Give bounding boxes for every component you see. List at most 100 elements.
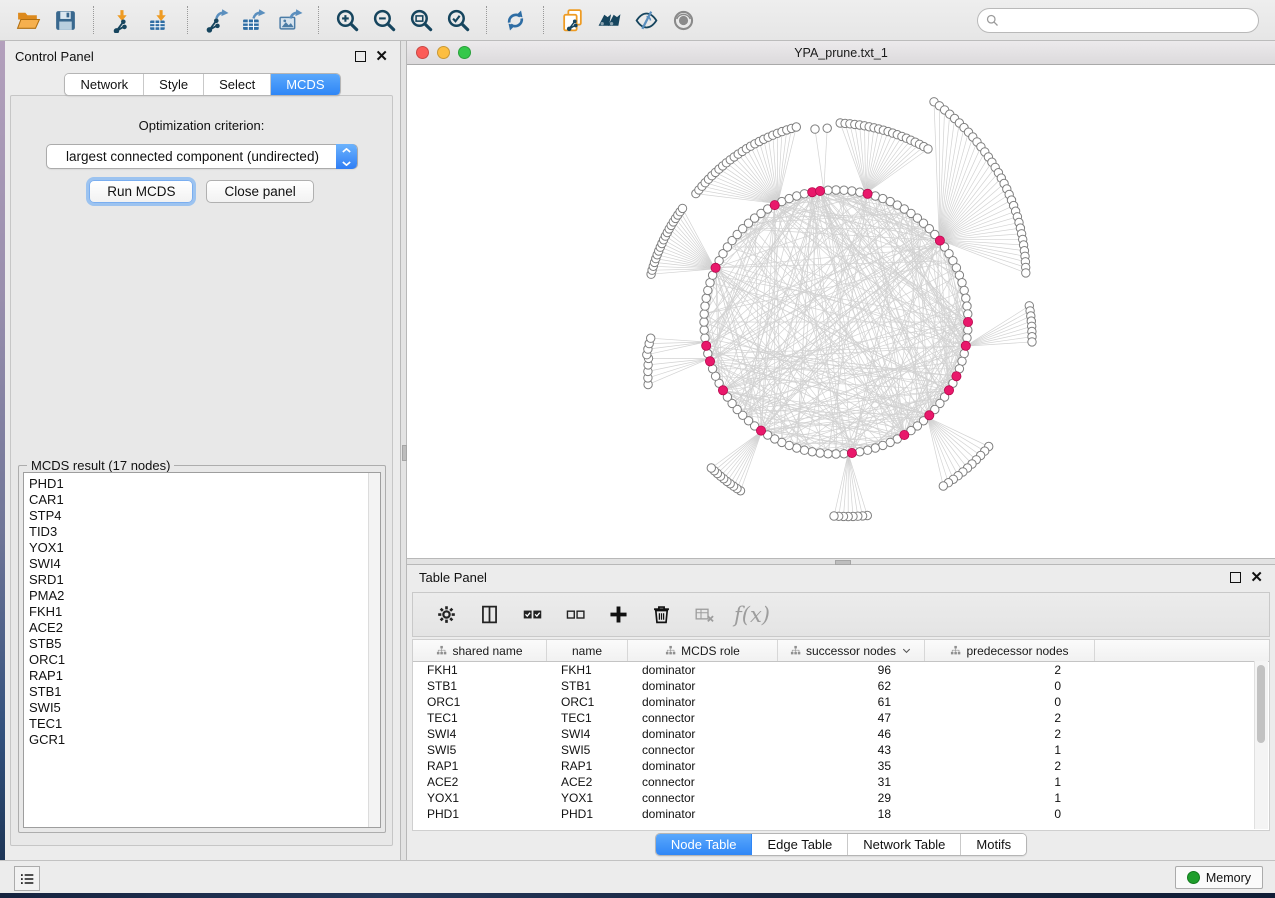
mcds-result-item[interactable]: STB5 <box>24 636 380 652</box>
mcds-result-item[interactable]: YOX1 <box>24 540 380 556</box>
show-columns-button[interactable] <box>476 602 502 628</box>
table-row[interactable]: PHD1PHD1dominator180 <box>413 806 1269 822</box>
column-header-name[interactable]: name <box>547 640 628 661</box>
float-panel-icon[interactable] <box>355 51 366 62</box>
delete-table-button <box>691 602 717 628</box>
delete-columns-button[interactable] <box>648 602 674 628</box>
column-header-MCDS-role[interactable]: MCDS role <box>628 640 778 661</box>
table-row[interactable]: RAP1RAP1dominator352 <box>413 758 1269 774</box>
zoom-out-icon <box>372 8 397 33</box>
export-table-button[interactable] <box>235 3 272 37</box>
cell-predecessor-nodes: 1 <box>925 775 1095 789</box>
column-header-successor-nodes[interactable]: successor nodes <box>778 640 925 661</box>
tab-select[interactable]: Select <box>204 74 271 95</box>
zoom-selected-button[interactable] <box>440 3 477 37</box>
tab-motifs[interactable]: Motifs <box>961 834 1026 855</box>
memory-button[interactable]: Memory <box>1175 866 1263 889</box>
dropdown-stepper-icon[interactable] <box>336 144 357 169</box>
mcds-result-item[interactable]: SRD1 <box>24 572 380 588</box>
run-mcds-button[interactable]: Run MCDS <box>89 180 193 203</box>
mcds-result-item[interactable]: SWI5 <box>24 700 380 716</box>
export-network-button[interactable] <box>198 3 235 37</box>
add-column-button[interactable] <box>605 602 631 628</box>
select-all-columns-button[interactable] <box>519 602 545 628</box>
horizontal-splitter[interactable] <box>407 558 1275 565</box>
app-window: Control Panel ✕ NetworkStyleSelectMCDS O… <box>0 0 1275 898</box>
table-row[interactable]: STB1STB1dominator620 <box>413 678 1269 694</box>
table-row[interactable]: ORC1ORC1dominator610 <box>413 694 1269 710</box>
mcds-result-item[interactable]: CAR1 <box>24 492 380 508</box>
show-graphics-details-icon <box>671 8 696 33</box>
find-button[interactable] <box>591 3 628 37</box>
mcds-result-item[interactable]: ACE2 <box>24 620 380 636</box>
mcds-result-item[interactable]: PHD1 <box>24 476 380 492</box>
column-header-predecessor-nodes[interactable]: predecessor nodes <box>925 640 1095 661</box>
criterion-label: Optimization criterion: <box>11 118 392 133</box>
tab-mcds[interactable]: MCDS <box>271 74 339 95</box>
open-file-button[interactable] <box>10 3 47 37</box>
search-input[interactable] <box>1000 13 1258 29</box>
apply-preferred-layout-button[interactable] <box>497 3 534 37</box>
mcds-result-list[interactable]: PHD1CAR1STP4TID3YOX1SWI4SRD1PMA2FKH1ACE2… <box>23 472 381 828</box>
table-row[interactable]: SWI5SWI5connector431 <box>413 742 1269 758</box>
network-canvas[interactable] <box>407 65 1275 558</box>
show-graphics-details-button[interactable] <box>665 3 702 37</box>
cell-name: ORC1 <box>547 695 628 709</box>
table-row[interactable]: FKH1FKH1dominator962 <box>413 662 1269 678</box>
save-session-button[interactable] <box>47 3 84 37</box>
cell-successor-nodes: 47 <box>778 711 925 725</box>
export-network-icon <box>204 8 229 33</box>
table-row[interactable]: TEC1TEC1connector472 <box>413 710 1269 726</box>
table-options-gear-button[interactable] <box>433 602 459 628</box>
fit-content-button[interactable] <box>403 3 440 37</box>
mcds-result-item[interactable]: PMA2 <box>24 588 380 604</box>
search-box[interactable] <box>977 8 1259 33</box>
mcds-result-item[interactable]: STB1 <box>24 684 380 700</box>
float-table-panel-icon[interactable] <box>1230 572 1241 583</box>
network-view-window: YPA_prune.txt_1 <box>407 41 1275 558</box>
zoom-selected-icon <box>446 8 471 33</box>
table-row[interactable]: ACE2ACE2connector311 <box>413 774 1269 790</box>
close-panel-button[interactable]: Close panel <box>206 180 313 203</box>
vertical-splitter[interactable] <box>400 41 407 860</box>
mcds-result-item[interactable]: TEC1 <box>24 716 380 732</box>
mcds-list-scrollbar[interactable] <box>368 473 380 827</box>
mcds-result-item[interactable]: FKH1 <box>24 604 380 620</box>
mcds-result-item[interactable]: STP4 <box>24 508 380 524</box>
tab-network-table[interactable]: Network Table <box>848 834 961 855</box>
tab-style[interactable]: Style <box>144 74 204 95</box>
mcds-result-item[interactable]: TID3 <box>24 524 380 540</box>
task-history-button[interactable] <box>14 866 40 891</box>
hide-graphics-details-button[interactable] <box>628 3 665 37</box>
column-header-shared-name[interactable]: shared name <box>413 640 547 661</box>
hide-graphics-details-icon <box>634 8 659 33</box>
cell-predecessor-nodes: 1 <box>925 791 1095 805</box>
mcds-result-group: MCDS result (17 nodes) PHD1CAR1STP4TID3Y… <box>18 465 386 833</box>
clone-network-button[interactable] <box>554 3 591 37</box>
table-row[interactable]: SWI4SWI4dominator462 <box>413 726 1269 742</box>
mcds-result-item[interactable]: RAP1 <box>24 668 380 684</box>
cell-shared-name: YOX1 <box>413 791 547 805</box>
close-panel-icon[interactable]: ✕ <box>375 52 388 61</box>
sort-indicator-icon[interactable] <box>901 645 912 656</box>
close-table-panel-icon[interactable]: ✕ <box>1250 573 1263 582</box>
table-scrollbar[interactable] <box>1254 661 1268 829</box>
criterion-value: largest connected component (undirected) <box>66 149 337 164</box>
criterion-dropdown[interactable]: largest connected component (undirected) <box>46 144 358 169</box>
tab-node-table[interactable]: Node Table <box>656 834 753 855</box>
import-table-button[interactable] <box>141 3 178 37</box>
mcds-result-item[interactable]: ORC1 <box>24 652 380 668</box>
tab-edge-table[interactable]: Edge Table <box>752 834 848 855</box>
table-scrollbar-thumb[interactable] <box>1257 665 1265 743</box>
export-image-button[interactable] <box>272 3 309 37</box>
deselect-all-columns-button[interactable] <box>562 602 588 628</box>
column-label: MCDS role <box>681 644 740 658</box>
zoom-out-button[interactable] <box>366 3 403 37</box>
mcds-result-item[interactable]: GCR1 <box>24 732 380 748</box>
table-row[interactable]: YOX1YOX1connector291 <box>413 790 1269 806</box>
cell-MCDS-role: dominator <box>628 759 778 773</box>
mcds-result-item[interactable]: SWI4 <box>24 556 380 572</box>
import-network-button[interactable] <box>104 3 141 37</box>
zoom-in-button[interactable] <box>329 3 366 37</box>
tab-network[interactable]: Network <box>65 74 144 95</box>
